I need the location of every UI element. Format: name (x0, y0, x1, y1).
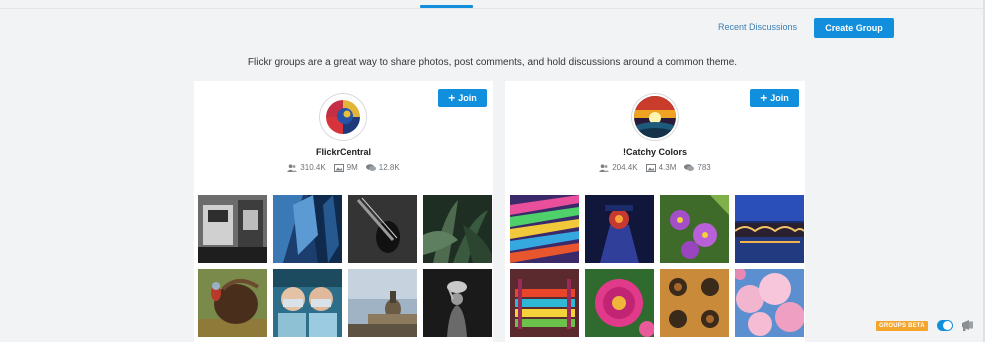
groups-tagline: Flickr groups are a great way to share p… (247, 57, 738, 68)
group-card-catchy-colors[interactable]: + Join !Catchy Colors 204.4K 4.3M 783 (505, 81, 805, 342)
photo-thumbnail[interactable] (423, 195, 492, 263)
megaphone-icon[interactable] (960, 318, 976, 332)
active-tab-indicator (420, 5, 473, 8)
group-avatar[interactable] (322, 96, 364, 138)
members-icon (599, 163, 610, 172)
top-nav-strip (0, 0, 985, 9)
photo-thumbnail[interactable] (348, 269, 417, 337)
photo-thumbnail[interactable] (198, 269, 267, 337)
group-name[interactable]: !Catchy Colors (505, 147, 805, 157)
members-count: 204.4K (612, 163, 638, 172)
discussions-stat: 12.8K (365, 163, 400, 172)
photo-thumbnail[interactable] (660, 195, 729, 263)
discussions-count: 12.8K (378, 163, 400, 172)
members-icon (287, 163, 298, 172)
photo-thumbnail[interactable] (273, 195, 342, 263)
photos-stat: 4.3M (645, 163, 677, 172)
photo-thumbnail[interactable] (510, 195, 579, 263)
join-button[interactable]: + Join (750, 89, 799, 107)
members-stat: 310.4K (287, 163, 326, 172)
photo-thumbnail[interactable] (348, 195, 417, 263)
members-stat: 204.4K (599, 163, 638, 172)
members-count: 310.4K (300, 163, 326, 172)
beta-toggle[interactable] (937, 320, 953, 331)
photo-thumbnail[interactable] (585, 269, 654, 337)
photo-thumbnail[interactable] (735, 195, 804, 263)
group-name[interactable]: FlickrCentral (194, 147, 493, 157)
photos-stat: 9M (333, 163, 358, 172)
photos-count: 4.3M (658, 163, 677, 172)
discussions-stat: 783 (684, 163, 711, 172)
photo-thumbnail[interactable] (735, 269, 804, 337)
photos-icon (645, 163, 656, 172)
join-label: Join (458, 93, 477, 103)
group-photo-grid (510, 195, 804, 337)
join-label: Join (770, 93, 789, 103)
photo-thumbnail[interactable] (273, 269, 342, 337)
photo-thumbnail[interactable] (660, 269, 729, 337)
create-group-button[interactable]: Create Group (814, 18, 894, 38)
discussions-icon (365, 163, 376, 171)
photo-thumbnail[interactable] (585, 195, 654, 263)
group-photo-grid (198, 195, 492, 337)
toggle-knob (943, 321, 952, 330)
plus-icon: + (448, 91, 456, 105)
photo-thumbnail[interactable] (423, 269, 492, 337)
groups-beta-badge: GROUPS BETA (876, 321, 928, 331)
photo-thumbnail[interactable] (198, 195, 267, 263)
photos-icon (333, 163, 344, 172)
group-card-flickrcentral[interactable]: + Join FlickrCentral 310.4K 9M 12.8K (194, 81, 493, 342)
plus-icon: + (760, 91, 768, 105)
join-button[interactable]: + Join (438, 89, 487, 107)
recent-discussions-link[interactable]: Recent Discussions (718, 22, 797, 32)
photos-count: 9M (346, 163, 358, 172)
group-stats: 204.4K 4.3M 783 (505, 163, 805, 172)
photo-thumbnail[interactable] (510, 269, 579, 337)
group-stats: 310.4K 9M 12.8K (194, 163, 493, 172)
group-avatar[interactable] (634, 96, 676, 138)
discussions-count: 783 (697, 163, 711, 172)
discussions-icon (684, 163, 695, 171)
